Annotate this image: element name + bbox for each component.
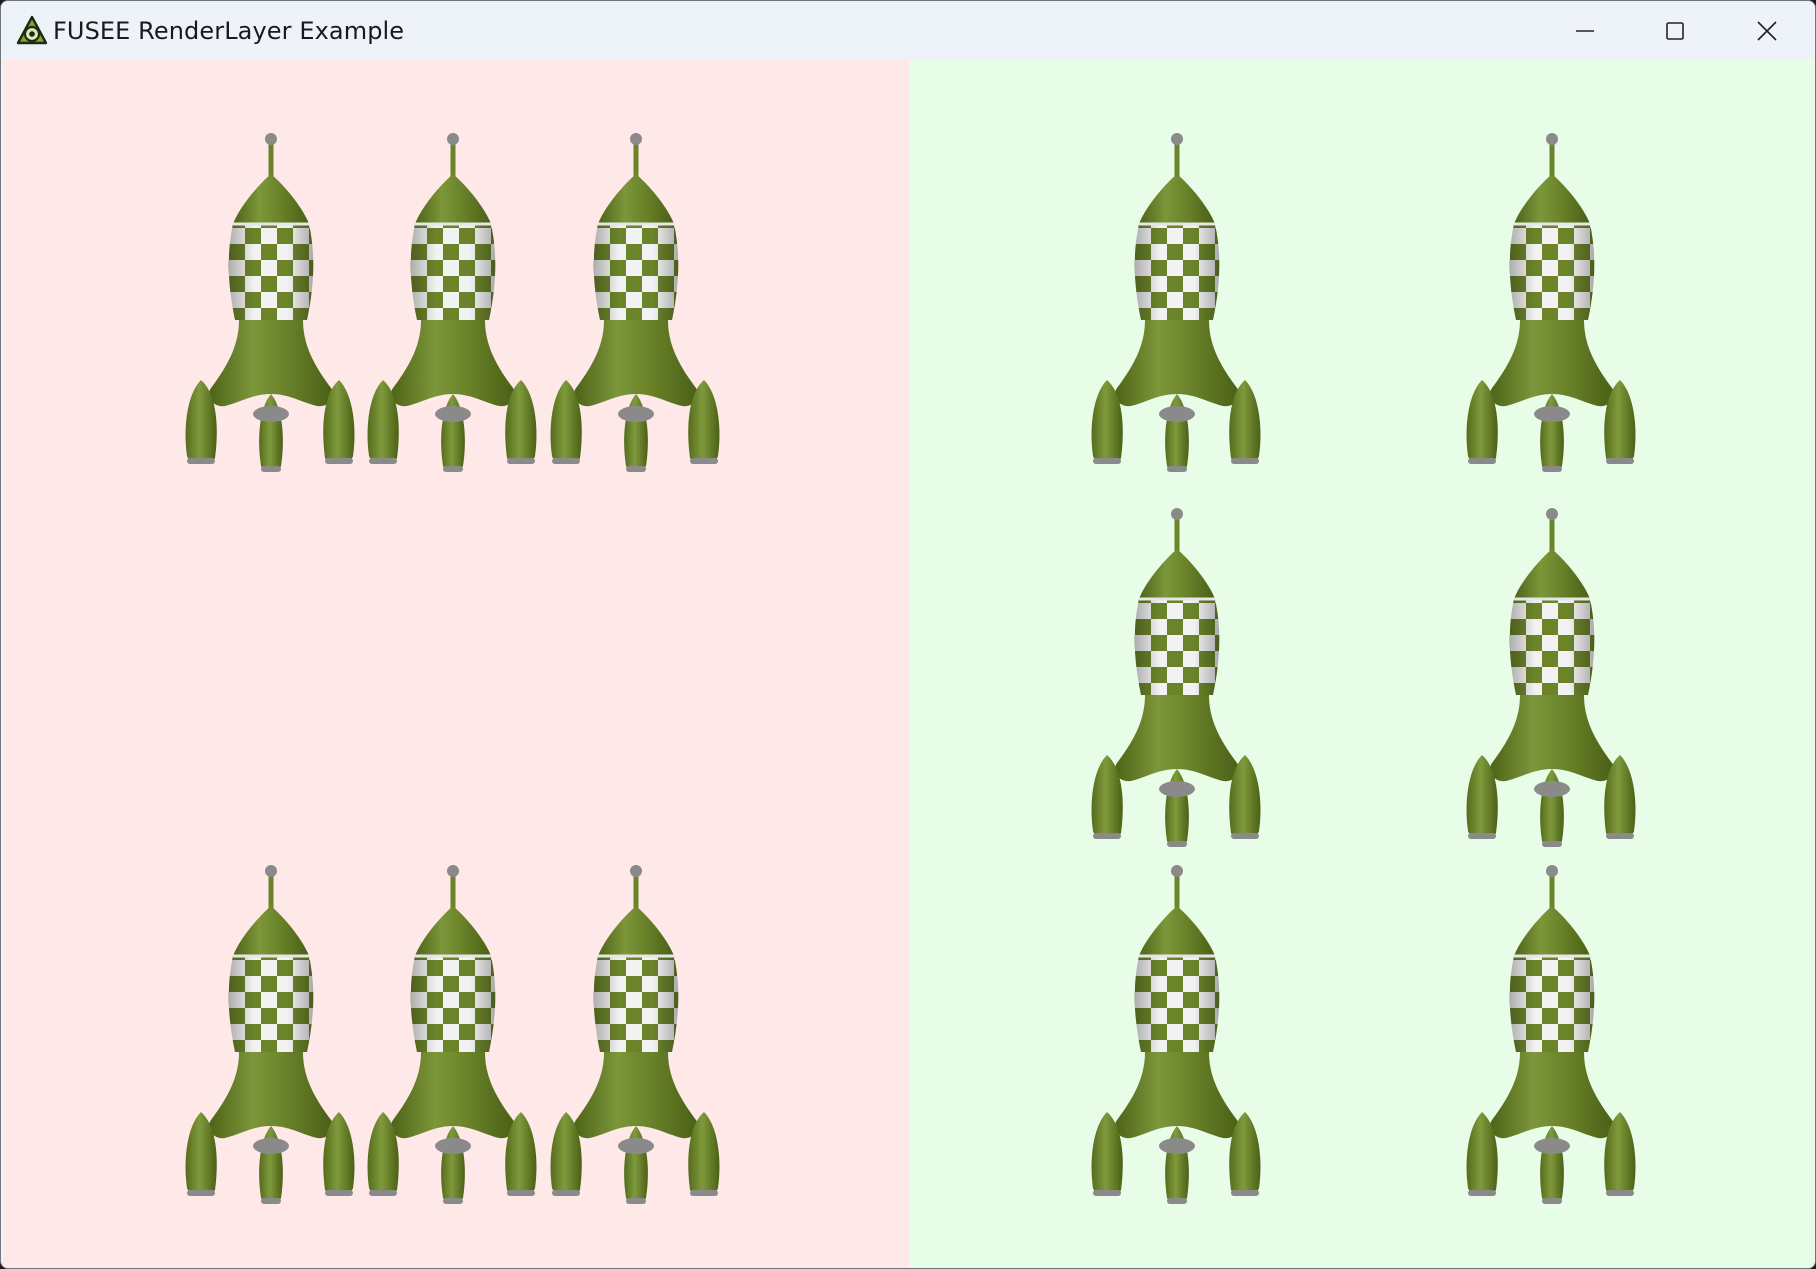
rocket-model [181,132,359,476]
minimize-button[interactable] [1539,1,1631,60]
maximize-icon [1666,21,1684,40]
rocket-model [1087,132,1265,476]
app-window: FUSEE RenderLayer Example [0,0,1816,1269]
rocket-model [181,864,359,1208]
viewport-left[interactable] [3,60,909,1268]
rocket-model [1462,864,1640,1208]
minimize-icon [1576,29,1594,32]
viewport-right[interactable] [909,60,1815,1268]
title-bar[interactable]: FUSEE RenderLayer Example [1,1,1815,60]
rocket-model [546,864,724,1208]
render-canvas[interactable] [3,60,1815,1268]
rocket-model [1087,507,1265,851]
close-icon [1757,20,1777,41]
rocket-model [1087,864,1265,1208]
close-button[interactable] [1721,1,1813,60]
window-title: FUSEE RenderLayer Example [53,17,405,45]
rocket-model [546,132,724,476]
rocket-model [1462,132,1640,476]
maximize-button[interactable] [1629,1,1721,60]
rocket-model [1462,507,1640,851]
rocket-model [363,132,541,476]
rocket-model [363,864,541,1208]
fusee-logo-icon [15,14,49,48]
